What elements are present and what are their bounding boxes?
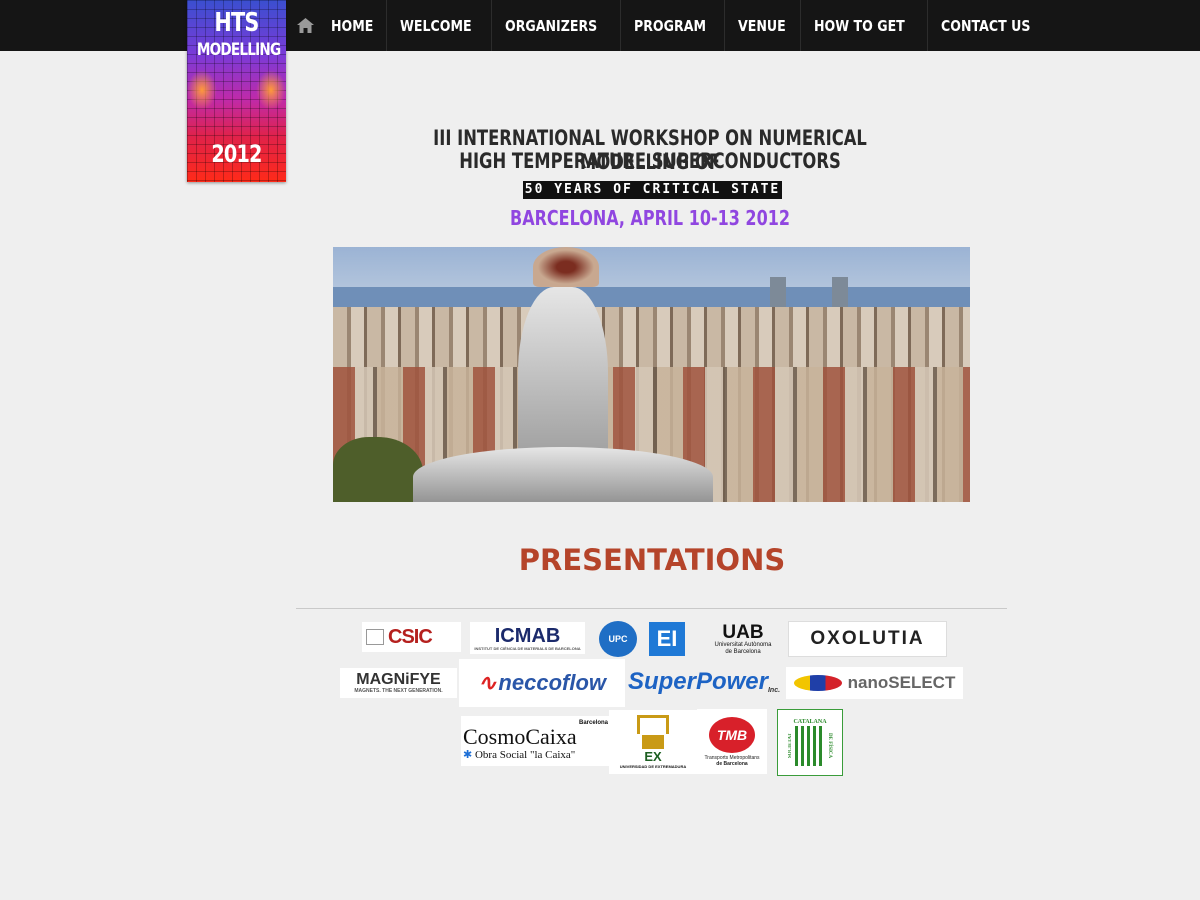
sponsor-icmab-logo[interactable]: ICMAB INSTITUT DE CIÈNCIA DE MATERIALS D…	[470, 622, 585, 654]
photo-gaudi-cap	[533, 247, 599, 287]
workshop-title-line2: HIGH TEMPERATURE SUPERCONDUCTORS	[459, 149, 841, 173]
logo-subtitle: MODELLING	[196, 40, 281, 60]
page-title: PRESENTATIONS	[518, 543, 786, 577]
sponsor-cosmocaixa-logo[interactable]: Barcelona CosmoCaixa ✱ Obra Social "la C…	[461, 716, 610, 766]
sponsor-upc-logo[interactable]: UPC	[599, 621, 637, 657]
scf-body: SOCIETAT DE FÍSICA	[788, 726, 832, 766]
nav-venue[interactable]: VENUE	[724, 0, 800, 51]
sponsor-oxolutia-logo[interactable]: OXOLUTIA	[788, 621, 947, 657]
csic-emblem-icon	[366, 629, 384, 645]
scf-columns-icon	[795, 726, 825, 766]
nav-program[interactable]: PROGRAM	[619, 0, 725, 51]
workshop-tagline: 50 YEARS OF CRITICAL STATE	[523, 181, 782, 199]
sponsor-tmb-logo[interactable]: TMB Transports Metropolitans de Barcelon…	[697, 709, 767, 774]
main-menu: HOME WELCOME ORGANIZERS PROGRAM VENUE HO…	[292, 0, 1053, 51]
sponsor-ei-logo[interactable]: EI	[649, 622, 685, 656]
divider	[296, 608, 1007, 609]
logo-title: HTS	[214, 8, 259, 38]
sponsor-neccoflow-logo[interactable]: ∿ neccoflow	[459, 659, 625, 707]
neccoflow-wave-icon: ∿	[477, 670, 497, 695]
nav-how-to-get[interactable]: HOW TO GET	[800, 0, 927, 51]
sponsor-uab-logo[interactable]: UAB Universitat Autònoma de Barcelona	[702, 618, 784, 660]
nav-organizers[interactable]: ORGANIZERS	[490, 0, 620, 51]
uex-columns-icon	[637, 715, 669, 734]
logo-year: 2012	[211, 140, 262, 168]
nav-home[interactable]: HOME	[318, 0, 386, 51]
home-icon[interactable]	[292, 0, 318, 51]
logo-glow	[187, 70, 217, 110]
sponsor-magnifye-logo[interactable]: MAGNiFYE MAGNETS. THE NEXT GENERATION.	[340, 668, 457, 698]
nav-welcome[interactable]: WELCOME	[386, 0, 490, 51]
cosmocaixa-sub-label: ✱ Obra Social "la Caixa"	[463, 749, 576, 761]
sponsor-csic-logo[interactable]: CSIC	[362, 622, 461, 652]
logo-glow	[256, 70, 286, 110]
sponsor-uex-logo[interactable]: EX UNIVERSIDAD DE EXTREMADURA	[609, 710, 697, 774]
barcelona-banner-photo	[333, 247, 970, 502]
nanoselect-emblem-icon	[793, 675, 842, 691]
workshop-dates: BARCELONA, APRIL 10-13 2012	[510, 206, 790, 230]
sponsor-superpower-logo[interactable]: SuperPower Inc.	[624, 666, 784, 698]
la-caixa-star-icon: ✱	[463, 749, 473, 761]
photo-gaudi-roof	[413, 447, 713, 502]
photo-trees	[333, 437, 423, 502]
nav-contact-us[interactable]: CONTACT US	[927, 0, 1052, 51]
sponsor-scf-logo[interactable]: CATALANA SOCIETAT DE FÍSICA	[777, 709, 843, 776]
sponsor-nanoselect-logo[interactable]: nanoSELECT	[786, 667, 963, 699]
uex-block-icon	[642, 735, 664, 749]
hts-modelling-logo[interactable]: HTS MODELLING 2012	[187, 0, 286, 182]
